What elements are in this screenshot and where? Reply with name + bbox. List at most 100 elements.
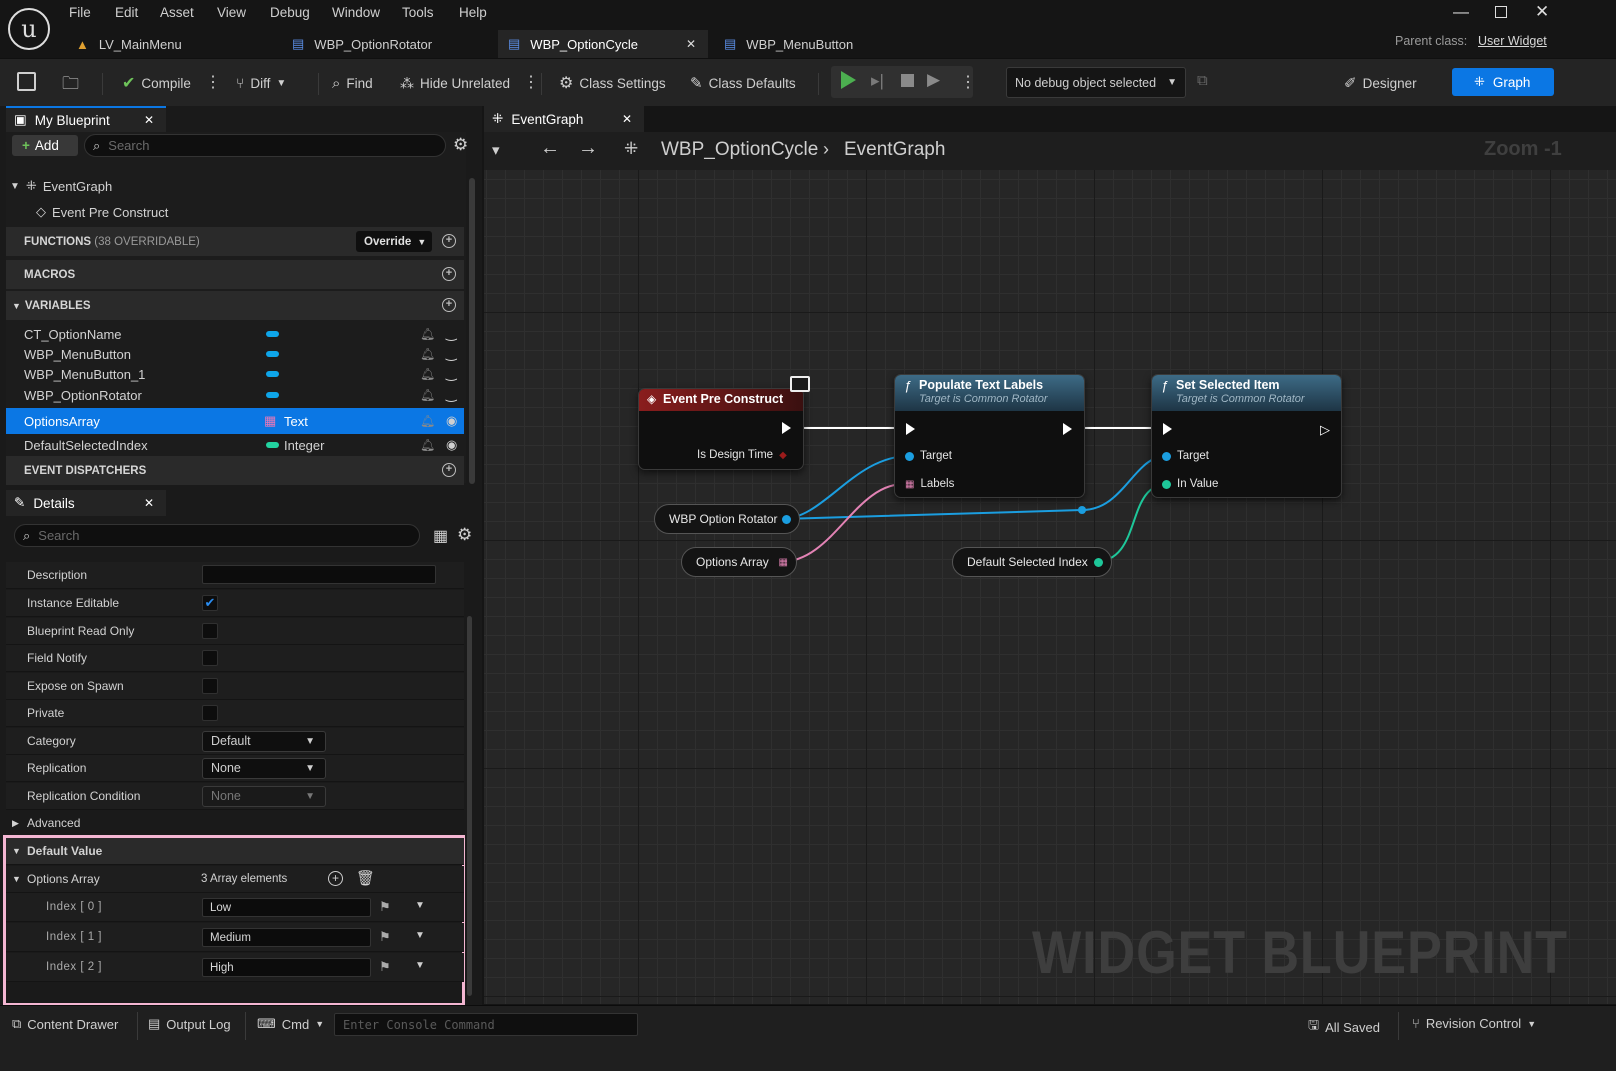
- is-design-time-pin[interactable]: Is Design Time ◆: [697, 449, 787, 461]
- add-variable-icon[interactable]: +: [442, 298, 456, 312]
- settings-gear-icon[interactable]: ⚙: [453, 135, 468, 155]
- details-settings-icon[interactable]: ⚙: [457, 525, 472, 545]
- exec-out-pin-empty[interactable]: ▷: [1320, 422, 1330, 438]
- description-input[interactable]: [202, 565, 436, 584]
- maximize-icon[interactable]: [1495, 6, 1507, 18]
- bell-icon[interactable]: 🔔︎: [420, 347, 435, 361]
- find-button[interactable]: ⌕ Find: [332, 71, 373, 95]
- menu-tools[interactable]: Tools: [402, 5, 434, 20]
- bell-icon[interactable]: 🔔︎: [420, 327, 435, 341]
- variable-item[interactable]: OptionsArray ▦ Text 🔔︎ ◉: [6, 408, 464, 434]
- table-view-icon[interactable]: ▦: [433, 526, 448, 546]
- debug-object-dropdown[interactable]: No debug object selected ▼: [1006, 67, 1186, 98]
- close-tab-icon[interactable]: ✕: [144, 496, 154, 510]
- hide-unrelated-button[interactable]: ⁂ Hide Unrelated: [400, 71, 510, 95]
- eye-closed-icon[interactable]: ‿: [446, 366, 456, 382]
- event-pre-construct-node[interactable]: Event Pre Construct ◈ Is Design Time ◆: [638, 388, 804, 470]
- override-dropdown[interactable]: Override ▼: [356, 231, 432, 252]
- chevron-down-icon[interactable]: ▼: [415, 930, 425, 941]
- tab-details[interactable]: ✎ Details ✕: [6, 490, 166, 516]
- tab-lv-mainmenu[interactable]: ▲ LV_MainMenu: [66, 30, 276, 58]
- set-selected-item-node[interactable]: Set Selected Item Target is Common Rotato…: [1151, 374, 1342, 498]
- menu-help[interactable]: Help: [459, 5, 487, 20]
- add-button[interactable]: + Add: [12, 135, 78, 156]
- minimize-icon[interactable]: —: [1453, 4, 1469, 22]
- stop-icon[interactable]: [901, 74, 914, 87]
- event-dispatchers-header[interactable]: EVENT DISPATCHERS +: [6, 456, 464, 485]
- tab-my-blueprint[interactable]: ▣ My Blueprint ✕: [6, 106, 166, 132]
- category-combo[interactable]: Default ▼: [202, 730, 326, 752]
- bell-icon[interactable]: 🔔︎: [420, 367, 435, 381]
- localization-flag-icon[interactable]: ⚑: [379, 959, 391, 975]
- blueprint-read-only-checkbox[interactable]: [202, 623, 218, 639]
- play-options-icon[interactable]: ⋮: [960, 72, 976, 92]
- macros-header[interactable]: MACROS +: [6, 260, 464, 289]
- add-dispatcher-icon[interactable]: +: [442, 463, 456, 477]
- all-saved-button[interactable]: 🖫 All Saved: [1308, 1016, 1380, 1038]
- blueprint-scrollbar[interactable]: [469, 178, 475, 484]
- close-tab-icon[interactable]: ✕: [144, 113, 154, 127]
- variable-item[interactable]: DefaultSelectedIndex Integer 🔔︎ ◉: [6, 435, 464, 455]
- in-value-pin[interactable]: In Value: [1162, 478, 1218, 490]
- more-options-icon[interactable]: ⋮: [523, 72, 539, 92]
- browse-icon[interactable]: 🗀: [62, 71, 79, 100]
- bell-icon[interactable]: 🔔︎: [420, 388, 435, 402]
- chevron-down-icon[interactable]: ▼: [415, 960, 425, 971]
- save-icon[interactable]: [17, 72, 36, 91]
- menu-asset[interactable]: Asset: [160, 5, 194, 20]
- eye-icon[interactable]: ◉: [446, 413, 457, 429]
- play-icon[interactable]: [841, 71, 856, 89]
- content-drawer-button[interactable]: ⧉ Content Drawer: [12, 1016, 118, 1032]
- debug-filter-icon[interactable]: ⧉: [1197, 72, 1208, 89]
- designer-mode-button[interactable]: ✐ Designer: [1344, 71, 1417, 95]
- event-graph-canvas[interactable]: ▾ ← → ⁜ WBP_OptionCycle › EventGraph Zoo…: [484, 132, 1616, 1004]
- bell-icon[interactable]: 🔔︎: [420, 414, 435, 428]
- element-value-input[interactable]: Medium: [202, 928, 371, 947]
- close-window-icon[interactable]: ✕: [1535, 2, 1549, 22]
- chevron-down-icon[interactable]: ▼: [415, 900, 425, 911]
- bell-icon[interactable]: 🔔︎: [420, 438, 435, 452]
- console-input[interactable]: Enter Console Command: [334, 1013, 638, 1036]
- add-macro-icon[interactable]: +: [442, 267, 456, 281]
- localization-flag-icon[interactable]: ⚑: [379, 899, 391, 915]
- eye-closed-icon[interactable]: ‿: [446, 387, 456, 403]
- compile-options-icon[interactable]: ⋮: [205, 72, 221, 92]
- event-pre-construct-item[interactable]: ◇ Event Pre Construct: [6, 200, 464, 224]
- replication-condition-combo[interactable]: None ▼: [202, 785, 326, 807]
- element-value-input[interactable]: Low: [202, 898, 371, 917]
- element-value-input[interactable]: High: [202, 958, 371, 977]
- menu-edit[interactable]: Edit: [115, 5, 138, 20]
- exec-in-pin[interactable]: [1163, 423, 1172, 435]
- event-graph-item[interactable]: ▼ ⁜ EventGraph: [6, 174, 464, 198]
- localization-flag-icon[interactable]: ⚑: [379, 929, 391, 945]
- tab-wbp-menubutton[interactable]: ▤ WBP_MenuButton: [714, 30, 924, 58]
- compile-button[interactable]: ✔ Compile: [122, 71, 191, 95]
- eye-closed-icon[interactable]: ‿: [446, 326, 456, 342]
- populate-text-labels-node[interactable]: Populate Text Labels Target is Common Rot…: [894, 374, 1085, 498]
- menu-view[interactable]: View: [217, 5, 246, 20]
- diff-button[interactable]: ⑂ Diff ▼: [236, 71, 286, 95]
- blueprint-search-input[interactable]: ⌕ Search: [84, 134, 446, 157]
- private-checkbox[interactable]: [202, 705, 218, 721]
- expose-on-spawn-checkbox[interactable]: [202, 678, 218, 694]
- exec-in-pin[interactable]: [906, 423, 915, 435]
- tab-wbp-optionrotator[interactable]: ▤ WBP_OptionRotator: [282, 30, 492, 58]
- default-value-header[interactable]: ▼ Default Value: [6, 838, 464, 865]
- object-pin-icon[interactable]: [782, 514, 791, 524]
- integer-pin-icon[interactable]: [1094, 557, 1103, 567]
- menu-debug[interactable]: Debug: [270, 5, 310, 20]
- details-search-input[interactable]: ⌕ Search: [14, 524, 420, 547]
- add-element-icon[interactable]: +: [328, 871, 343, 886]
- unreal-logo-icon[interactable]: u: [8, 8, 50, 50]
- menu-file[interactable]: File: [69, 5, 91, 20]
- eye-icon[interactable]: ◉: [446, 437, 457, 453]
- close-tab-icon[interactable]: ✕: [622, 112, 632, 126]
- tab-event-graph[interactable]: ⁜ EventGraph ✕: [484, 106, 644, 132]
- advanced-row[interactable]: ▶ Advanced: [6, 810, 464, 837]
- target-pin[interactable]: Target: [1162, 450, 1209, 462]
- exec-out-pin[interactable]: [1063, 423, 1072, 435]
- default-selected-index-getter[interactable]: Default Selected Index: [952, 547, 1112, 577]
- graph-mode-button[interactable]: ⁜ Graph: [1452, 68, 1554, 96]
- step-icon[interactable]: ▸|: [871, 71, 884, 91]
- variable-item[interactable]: WBP_OptionRotator 🔔︎ ‿: [6, 385, 464, 405]
